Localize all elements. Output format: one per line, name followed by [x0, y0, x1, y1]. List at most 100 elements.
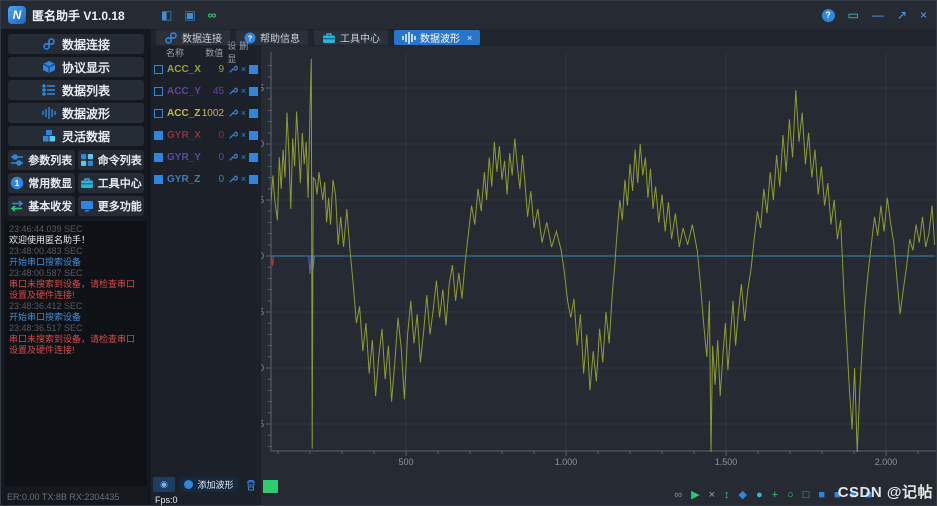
row-select-checkbox[interactable]: [154, 86, 163, 96]
row-settings-button[interactable]: [227, 174, 238, 184]
sidebar-item-link[interactable]: 数据连接: [8, 34, 144, 54]
scroll-handle[interactable]: [263, 480, 278, 493]
panel-toggle-icon[interactable]: ◧: [161, 8, 172, 22]
y-tick-label: 10: [261, 139, 264, 149]
waveform-chart[interactable]: 15 10 5 0 -5 -10 -15 500 1.000 1.500 2.000: [251, 46, 937, 506]
add-icon[interactable]: +: [772, 489, 778, 501]
eye-icon: ◉: [160, 479, 168, 489]
chart-canvas[interactable]: 15 10 5 0 -5 -10 -15 500 1.000 1.500 2.000: [251, 46, 937, 506]
row-select-checkbox[interactable]: [154, 108, 163, 118]
row-settings-button[interactable]: [227, 86, 238, 96]
row-name: GYR_Z: [167, 173, 201, 185]
sidebar-grid-one-circle[interactable]: 1 常用数显: [8, 173, 75, 193]
sidebar-item-waveform[interactable]: 数据波形: [8, 103, 144, 123]
row-delete-button[interactable]: ×: [238, 152, 249, 162]
diamond-icon[interactable]: ◆: [739, 489, 747, 501]
row-delete-button[interactable]: ×: [238, 86, 249, 96]
link-icon: [42, 37, 56, 51]
table-row: ACC_Y 45 ×: [151, 80, 261, 102]
app-title: 匿名助手 V1.0.18: [32, 7, 125, 24]
tag-icon[interactable]: ●: [756, 489, 763, 501]
link-icon[interactable]: ∞: [674, 489, 682, 501]
link-icon[interactable]: ∞: [208, 8, 217, 22]
sidebar: N 匿名助手 V1.0.18 数据连接协议显示数据列表数据波形灵活数据 参数列表…: [1, 1, 151, 505]
sidebar-item-label: 灵活数据: [61, 129, 110, 144]
y-tick-label: 0: [261, 251, 264, 261]
eye-button[interactable]: ◉: [153, 477, 175, 492]
row-value: 9: [218, 63, 224, 75]
log-panel: 23:46:44.039 SEC 欢迎使用匿名助手！ 23:48:00.483 SE…: [5, 221, 147, 486]
add-waveform-button[interactable]: 添加波形: [179, 477, 239, 492]
row-select-checkbox[interactable]: [154, 152, 163, 162]
header-name: 名称: [166, 47, 185, 58]
row-settings-button[interactable]: [227, 152, 238, 162]
row-delete-button[interactable]: ×: [238, 130, 249, 140]
sidebar-nav: 数据连接协议显示数据列表数据波形灵活数据: [1, 29, 151, 146]
play-icon[interactable]: ▶: [691, 489, 699, 501]
fit-vertical-icon[interactable]: ↕: [724, 489, 730, 501]
x-tick-label: 500: [398, 457, 413, 467]
tab-link[interactable]: 数据连接: [156, 30, 230, 45]
crop-icon[interactable]: □: [803, 489, 810, 501]
maximize-button[interactable]: ↗: [897, 9, 907, 21]
sidebar-grid-arrows[interactable]: 基本收发: [8, 196, 75, 216]
log-message: 串口未搜索到设备，请检查串口设置及硬件连接!: [9, 279, 136, 300]
sliders-icon: [10, 153, 24, 167]
expand-icon[interactable]: ×: [709, 489, 715, 501]
link-icon: [164, 31, 178, 45]
add-waveform-icon: [184, 480, 194, 489]
row-select-checkbox[interactable]: [154, 174, 163, 184]
row-visible-checkbox[interactable]: [249, 174, 258, 184]
close-button[interactable]: ×: [920, 9, 927, 21]
x-tick-label: 1.500: [715, 457, 738, 467]
arrows-icon: [10, 199, 24, 213]
log-message: 开始串口搜索设备: [9, 312, 82, 322]
tab-label: 数据连接: [182, 34, 222, 45]
delete-button[interactable]: [243, 477, 259, 492]
log-message: 开始串口搜索设备: [9, 257, 82, 267]
row-delete-button[interactable]: ×: [238, 108, 249, 118]
windows-icon[interactable]: ▣: [184, 8, 195, 22]
tab-waveform[interactable]: 数据波形 ×: [394, 30, 481, 45]
app-version: V1.0.18: [83, 8, 125, 23]
sidebar-grid-toolbox[interactable]: 工具中心: [77, 173, 144, 193]
sidebar-header: N 匿名助手 V1.0.18: [1, 1, 151, 29]
row-select-checkbox[interactable]: [154, 64, 163, 74]
row-visible-checkbox[interactable]: [249, 86, 258, 96]
circle-icon[interactable]: ○: [787, 489, 794, 501]
log-message: 欢迎使用匿名助手！: [9, 235, 91, 245]
row-visible-checkbox[interactable]: [249, 130, 258, 140]
sidebar-item-cube[interactable]: 协议显示: [8, 57, 144, 77]
log-message: 串口未搜索到设备，请检查串口设置及硬件连接!: [9, 334, 136, 355]
cursor-icon[interactable]: ■: [818, 489, 825, 501]
sidebar-item-cubes[interactable]: 灵活数据: [8, 126, 144, 146]
sidebar-item-list[interactable]: 数据列表: [8, 80, 144, 100]
toolbox-icon: [80, 176, 94, 190]
sidebar-grid-label: 工具中心: [97, 178, 142, 190]
series-GYR_Y: [271, 255, 934, 274]
sidebar-grid-grid[interactable]: 命令列表: [77, 150, 144, 170]
row-settings-button[interactable]: [227, 64, 238, 74]
row-value: 0: [218, 151, 224, 163]
tab-toolbox[interactable]: 工具中心: [314, 30, 388, 45]
minimize-button[interactable]: —: [872, 9, 884, 21]
row-settings-button[interactable]: [227, 130, 238, 140]
sidebar-grid-screen[interactable]: 更多功能: [77, 196, 144, 216]
row-name: ACC_Z: [167, 107, 201, 119]
row-name: ACC_X: [167, 63, 201, 75]
row-delete-button[interactable]: ×: [238, 174, 249, 184]
row-select-checkbox[interactable]: [154, 130, 163, 140]
row-delete-button[interactable]: ×: [238, 64, 249, 74]
sidebar-grid-sliders[interactable]: 参数列表: [8, 150, 75, 170]
row-settings-button[interactable]: [227, 108, 238, 118]
sidebar-item-label: 数据列表: [61, 83, 110, 98]
help-icon[interactable]: ?: [821, 8, 835, 22]
row-visible-checkbox[interactable]: [249, 152, 258, 162]
tab-close-icon[interactable]: ×: [467, 33, 472, 43]
row-visible-checkbox[interactable]: [249, 64, 258, 74]
series-GYR_X: [271, 255, 934, 267]
data-list-panel: 名称 数值 设删显 ACC_X 9 × ACC_Y 45 × ACC_Z 1002 × GYR_X…: [151, 41, 261, 505]
row-visible-checkbox[interactable]: [249, 108, 258, 118]
monitor-icon[interactable]: ▭: [848, 8, 859, 22]
table-row: GYR_X 0 ×: [151, 124, 261, 146]
